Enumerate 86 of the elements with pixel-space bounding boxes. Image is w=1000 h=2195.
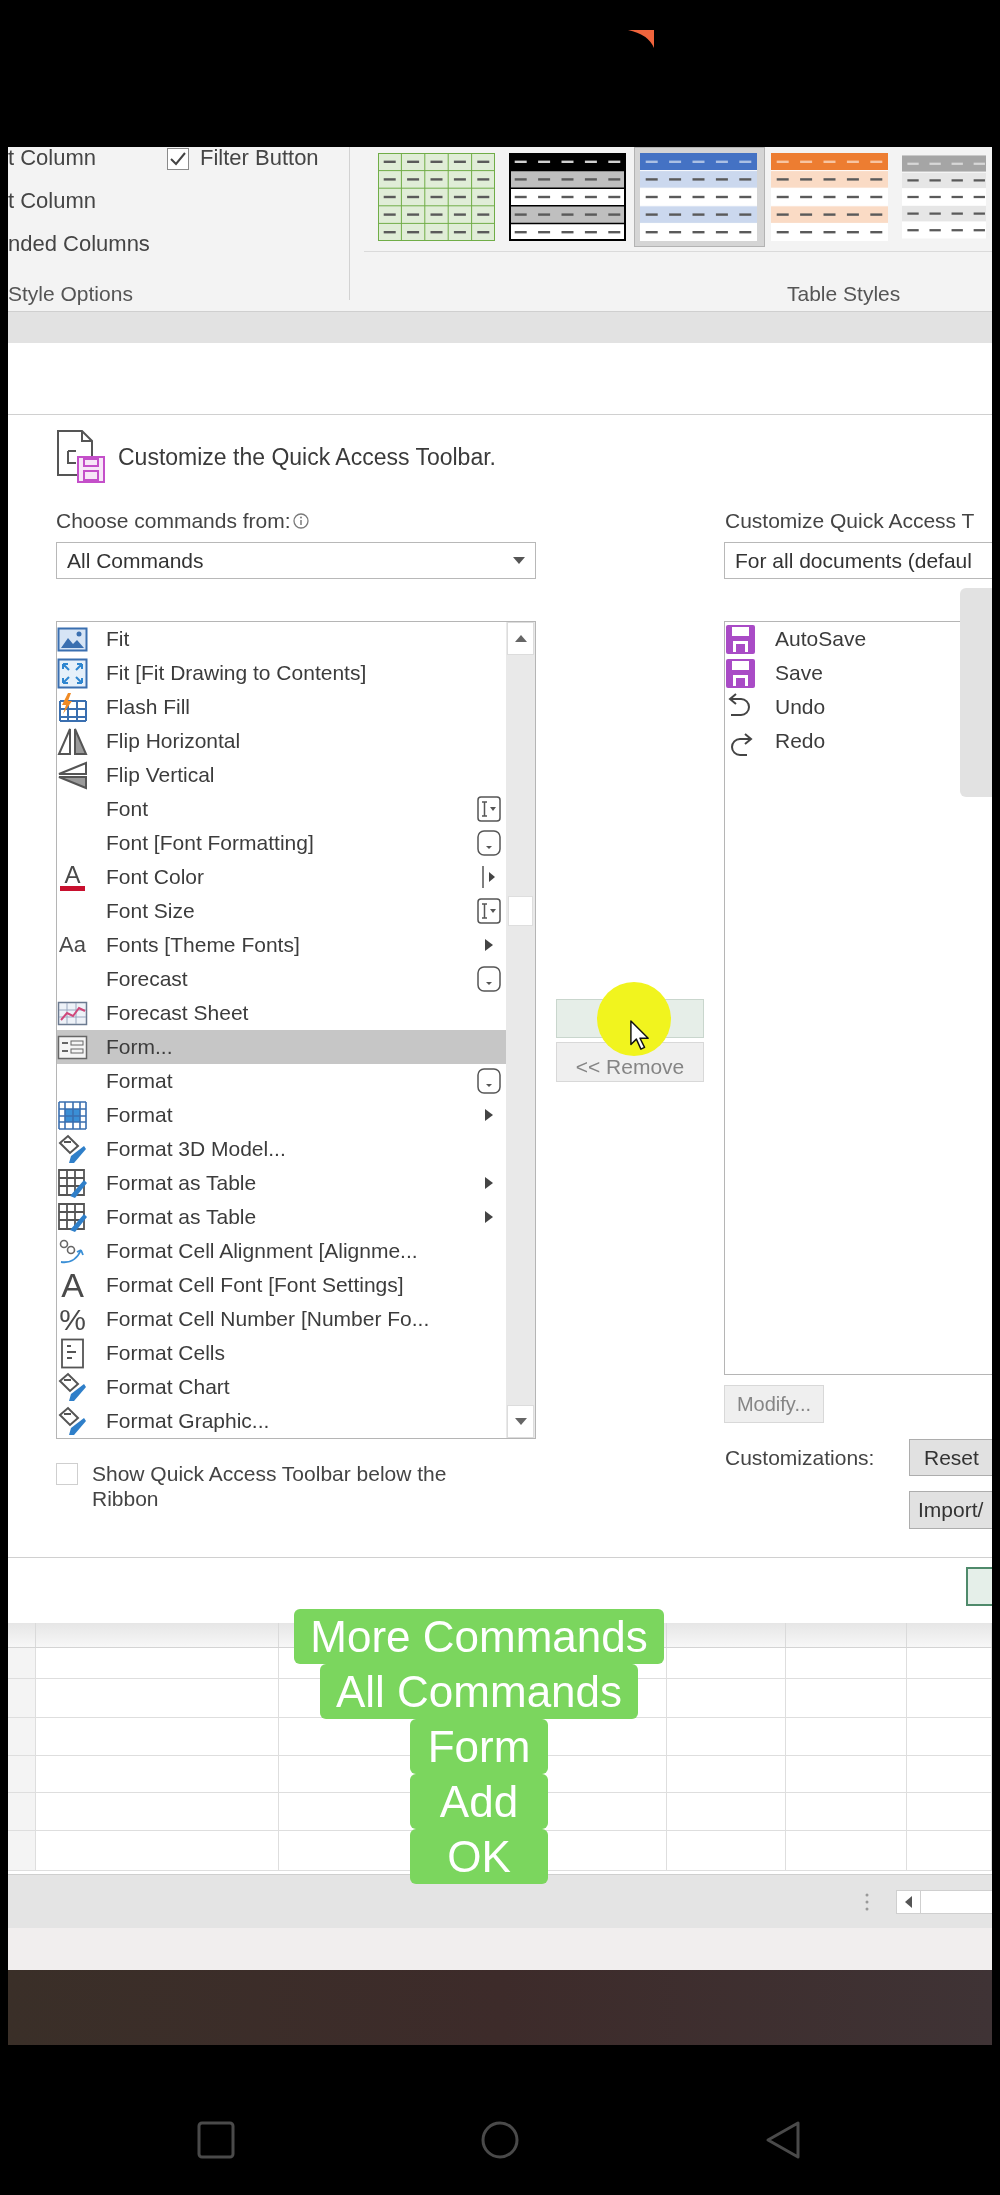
caret-box-icon xyxy=(477,1068,501,1094)
list-item[interactable]: Redo xyxy=(725,724,953,758)
table-brush-icon xyxy=(57,1201,88,1233)
field-label: Choose commands from: xyxy=(56,509,291,533)
list-item[interactable]: Undo xyxy=(725,690,953,724)
scrollbar-thumb[interactable] xyxy=(508,896,533,926)
document-save-icon xyxy=(56,429,106,484)
mirrored-triangles-icon xyxy=(57,759,88,791)
list-item[interactable]: Format Cell Alignment [Alignme... xyxy=(57,1234,506,1268)
caption-text: Form xyxy=(410,1719,548,1774)
list-item[interactable]: Font Size xyxy=(57,894,506,928)
list-item[interactable]: Aa Fonts [Theme Fonts] xyxy=(57,928,506,962)
group-label: Style Options xyxy=(8,283,134,305)
corner-triangle-icon xyxy=(628,30,654,48)
list-item[interactable]: Format as Table xyxy=(57,1200,506,1234)
option-label: nded Columns xyxy=(8,233,151,255)
list-item[interactable]: Format 3D Model... xyxy=(57,1132,506,1166)
letter-icon: A xyxy=(61,1269,84,1301)
list-item[interactable]: A Font Color xyxy=(57,860,506,894)
checkbox-label: Filter Button xyxy=(200,147,319,169)
caption-text: All Commands xyxy=(319,1664,639,1719)
list-item[interactable]: Flash Fill xyxy=(57,690,506,724)
caret-box-icon xyxy=(477,966,501,992)
caret-up-icon xyxy=(514,635,527,642)
list-item[interactable]: Flip Horizontal xyxy=(57,724,506,758)
info-icon xyxy=(292,513,309,529)
scroll-up-button[interactable] xyxy=(507,622,534,655)
list-item[interactable]: AutoSave xyxy=(725,622,953,656)
grip-dots-icon xyxy=(864,1891,870,1912)
expand-arrows-icon xyxy=(57,657,88,689)
font-letters-icon: Aa xyxy=(59,933,86,957)
text-box-caret-icon xyxy=(477,898,501,924)
option-label: t Column xyxy=(8,147,98,169)
scrollbar-thumb[interactable] xyxy=(960,588,992,797)
list-item[interactable]: Fit [Fit Drawing to Contents] xyxy=(57,656,506,690)
table-brush-icon xyxy=(57,1167,88,1199)
caret-right-icon xyxy=(485,1177,493,1189)
commands-dropdown[interactable]: All Commands xyxy=(56,542,536,579)
list-item[interactable]: Fit xyxy=(57,622,506,656)
checkbox-label: Show Quick Access Toolbar below the Ribbon xyxy=(92,1461,448,1511)
text-box-caret-icon xyxy=(477,796,501,822)
list-item[interactable]: Format Cells xyxy=(57,1336,506,1370)
list-item[interactable]: Forecast xyxy=(57,962,506,996)
reset-button[interactable]: Reset xyxy=(909,1439,992,1476)
cursor-icon xyxy=(630,1020,650,1051)
list-item[interactable]: Format Graphic... xyxy=(57,1404,506,1438)
list-item[interactable]: Format xyxy=(57,1098,506,1132)
caret-down-icon xyxy=(513,557,525,564)
checkbox[interactable] xyxy=(56,1463,78,1485)
list-item[interactable]: % Format Cell Number [Number Fo... xyxy=(57,1302,506,1336)
percent-icon: % xyxy=(59,1303,86,1335)
option-label: t Column xyxy=(8,190,98,212)
table-style-option[interactable] xyxy=(634,147,765,247)
list-item[interactable]: Font [Font Formatting] xyxy=(57,826,506,860)
field-label: Customizations: xyxy=(725,1445,875,1470)
checkmark-icon xyxy=(170,152,186,166)
list-item[interactable]: Format xyxy=(57,1064,506,1098)
dialog-button[interactable] xyxy=(966,1567,992,1606)
field-label: Customize Quick Access T xyxy=(725,509,976,533)
caret-down-icon xyxy=(514,1418,527,1425)
group-label: Table Styles xyxy=(787,283,902,305)
list-item[interactable]: Flip Vertical xyxy=(57,758,506,792)
list-item[interactable]: Forecast Sheet xyxy=(57,996,506,1030)
caret-right-icon xyxy=(485,939,493,951)
list-item[interactable]: Form... xyxy=(57,1030,506,1064)
list-item[interactable]: A Format Cell Font [Font Settings] xyxy=(57,1268,506,1302)
list-item[interactable]: Format as Table xyxy=(57,1166,506,1200)
list-item[interactable]: Save xyxy=(725,656,953,690)
caret-left-icon xyxy=(905,1895,912,1908)
table-grid-icon xyxy=(57,1099,88,1131)
checkbox[interactable] xyxy=(167,148,189,170)
caption-text: Add xyxy=(410,1774,548,1829)
list-item[interactable]: Font xyxy=(57,792,506,826)
split-caret-icon xyxy=(481,864,497,890)
documents-dropdown[interactable]: For all documents (defaul xyxy=(724,542,992,579)
grid-lightning-icon xyxy=(57,691,88,723)
scroll-left-button[interactable] xyxy=(896,1889,921,1914)
caret-box-icon xyxy=(477,830,501,856)
list-item[interactable]: Format Chart xyxy=(57,1370,506,1404)
caret-right-icon xyxy=(485,1211,493,1223)
scroll-down-button[interactable] xyxy=(507,1405,534,1438)
caption-text: OK xyxy=(410,1829,548,1884)
import-button[interactable]: Import/ xyxy=(909,1491,992,1529)
dialog-heading: Customize the Quick Access Toolbar. xyxy=(118,442,496,471)
caret-right-icon xyxy=(485,1109,493,1121)
caption-text: More Commands xyxy=(294,1609,664,1664)
